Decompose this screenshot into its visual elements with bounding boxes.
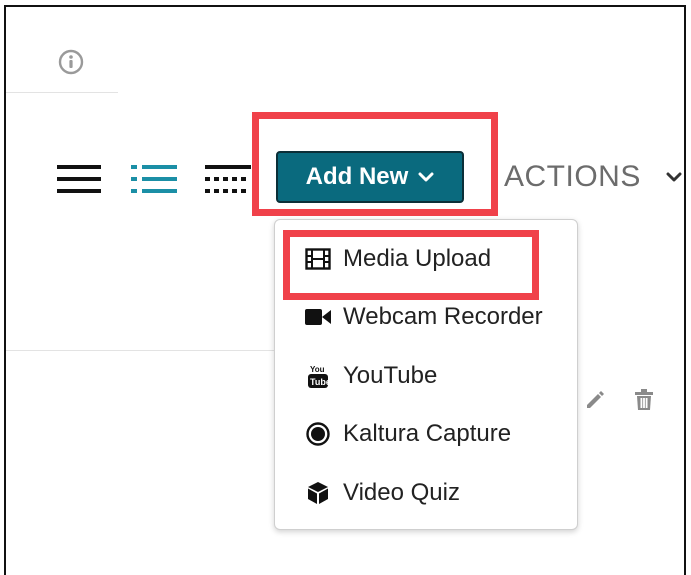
edit-pencil-icon[interactable] — [583, 388, 607, 412]
menu-item-label: Kaltura Capture — [343, 420, 512, 447]
video-camera-icon — [305, 304, 331, 330]
svg-text:Tube: Tube — [310, 377, 329, 387]
cropped-heading-fragment — [370, 0, 480, 6]
highlight-box-media-upload — [283, 230, 539, 300]
youtube-icon: You Tube — [305, 363, 331, 389]
divider — [6, 92, 118, 93]
menu-item-label: Video Quiz — [343, 479, 460, 506]
menu-item-kaltura-capture[interactable]: Kaltura Capture — [305, 420, 511, 448]
cube-icon — [305, 480, 331, 506]
menu-item-label: YouTube — [343, 362, 438, 389]
chevron-down-icon[interactable] — [666, 172, 682, 184]
add-new-label: Add New — [305, 163, 409, 190]
table-view-icon[interactable] — [205, 164, 251, 194]
svg-text:You: You — [310, 365, 325, 374]
menu-item-youtube[interactable]: You Tube YouTube — [305, 362, 437, 390]
detailed-list-view-icon[interactable] — [131, 164, 177, 194]
info-icon[interactable] — [58, 49, 84, 75]
add-new-button[interactable]: Add New — [276, 151, 464, 203]
record-circle-icon — [305, 421, 331, 447]
divider — [6, 350, 276, 351]
chevron-down-icon — [418, 172, 434, 182]
menu-item-webcam-recorder[interactable]: Webcam Recorder — [305, 303, 543, 331]
menu-item-video-quiz[interactable]: Video Quiz — [305, 479, 460, 507]
trash-icon[interactable] — [633, 388, 655, 412]
hamburger-list-view-icon[interactable] — [57, 164, 101, 194]
actions-dropdown-label[interactable]: ACTIONS — [504, 160, 641, 194]
menu-item-label: Webcam Recorder — [343, 303, 543, 330]
